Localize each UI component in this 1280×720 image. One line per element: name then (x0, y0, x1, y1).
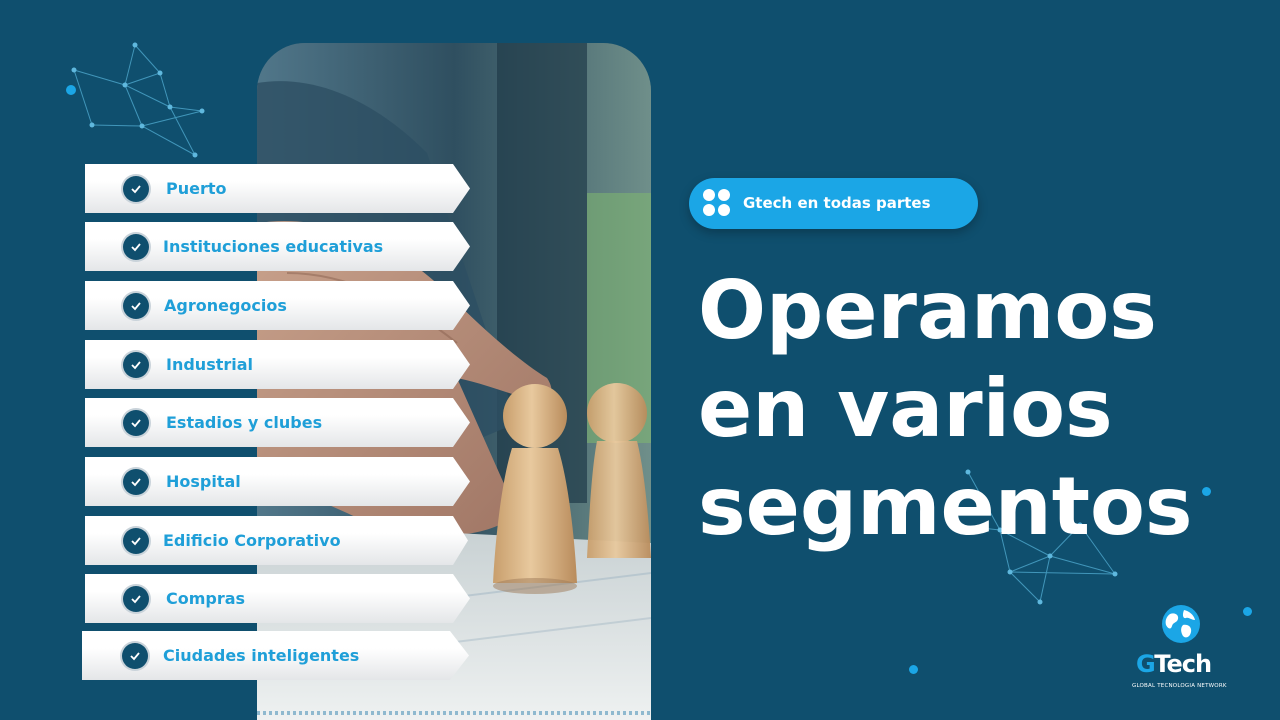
gtech-logo: GTech GLOBAL TECNOLOGIA NETWORK (1128, 604, 1238, 694)
segment-label: Edificio Corporativo (163, 531, 341, 550)
check-icon (123, 528, 149, 554)
segment-item-estadios-y-clubes: Estadios y clubes (85, 398, 470, 447)
segment-label: Hospital (166, 472, 241, 491)
segment-item-industrial: Industrial (85, 340, 470, 389)
decor-dot (909, 665, 918, 674)
brand-name: GTech (1136, 650, 1212, 678)
segment-item-hospital: Hospital (85, 457, 470, 506)
headline-line-3: segmentos (698, 460, 1193, 553)
segment-item-edificio-corporativo: Edificio Corporativo (85, 516, 468, 565)
check-icon (123, 469, 149, 495)
segment-label: Estadios y clubes (166, 413, 323, 432)
check-icon (123, 176, 149, 202)
check-icon (123, 410, 149, 436)
segment-item-puerto: Puerto (85, 164, 470, 213)
segment-item-agronegocios: Agronegocios (85, 281, 470, 330)
check-icon (123, 234, 149, 260)
check-icon (122, 643, 148, 669)
check-icon (123, 352, 149, 378)
headline-line-2: en varios (698, 362, 1113, 455)
decor-dot (1243, 607, 1252, 616)
segment-label: Instituciones educativas (163, 237, 384, 256)
segment-item-ciudades-inteligentes: Ciudades inteligentes (82, 631, 469, 680)
check-icon (123, 293, 149, 319)
network-decoration-top-left (71, 42, 205, 158)
four-dots-grid-icon (703, 189, 731, 217)
globe-icon (1162, 605, 1200, 643)
pill-label: Gtech en todas partes (743, 194, 931, 212)
segment-label: Puerto (166, 179, 227, 198)
segment-label: Agronegocios (164, 296, 287, 315)
headline-line-1: Operamos (698, 264, 1157, 357)
check-icon (123, 586, 149, 612)
brand-tagline: GLOBAL TECNOLOGIA NETWORK (1132, 683, 1227, 689)
page-title: Operamos en varios segmentos (698, 262, 1258, 556)
segment-label: Ciudades inteligentes (163, 646, 360, 665)
gtech-everywhere-pill: Gtech en todas partes (689, 178, 978, 229)
decor-dot (66, 85, 76, 95)
segment-label: Industrial (166, 355, 254, 374)
segment-item-compras: Compras (85, 574, 470, 623)
segment-label: Compras (166, 589, 246, 608)
segment-item-instituciones-educativas: Instituciones educativas (85, 222, 470, 271)
